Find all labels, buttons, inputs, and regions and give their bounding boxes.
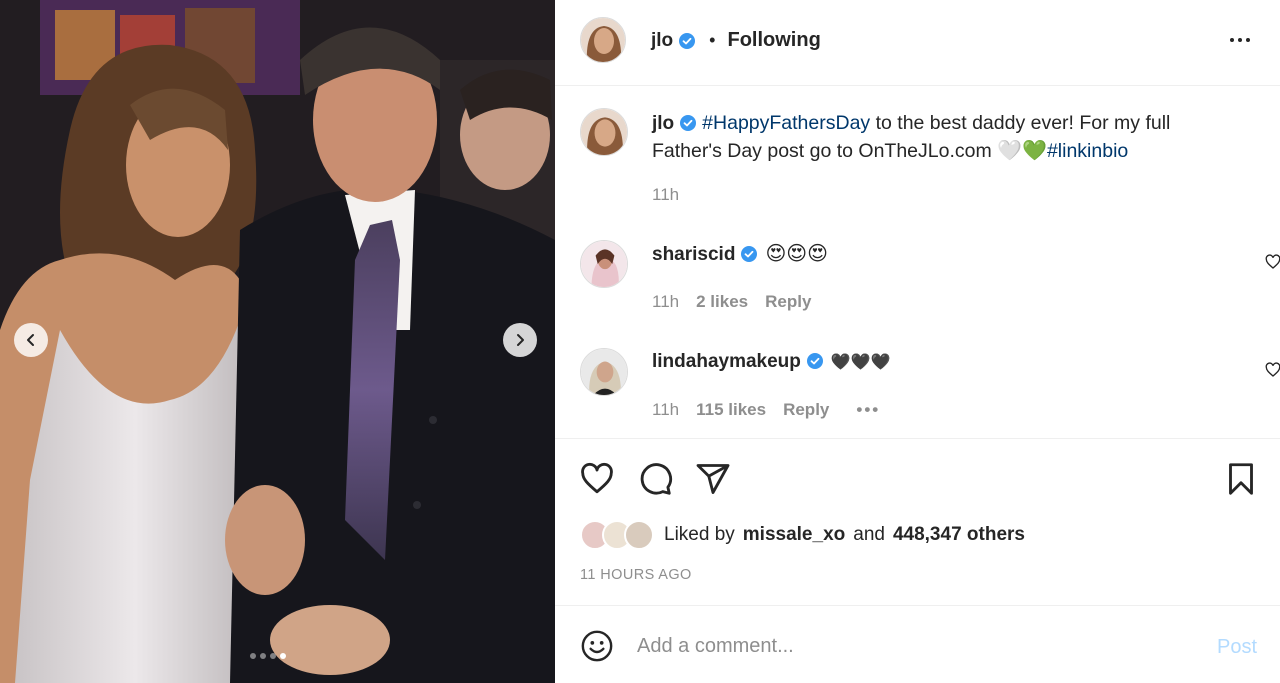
save-bookmark-icon[interactable] xyxy=(1223,461,1259,497)
comment-time[interactable]: 11h xyxy=(652,292,679,312)
comment-body: 🖤🖤🖤 xyxy=(830,352,891,371)
more-dots-icon xyxy=(1230,38,1234,42)
comment-text: shariscid 😍😍😍 xyxy=(652,240,1212,268)
post-photo[interactable] xyxy=(0,0,555,683)
caption-meta: 11h xyxy=(652,185,679,205)
emoji-smiley-icon[interactable] xyxy=(580,629,614,663)
likes-count[interactable]: 448,347 others xyxy=(893,524,1025,546)
hashtag-link[interactable]: #linkinbio xyxy=(1047,140,1128,162)
verified-badge-icon xyxy=(679,32,696,49)
like-heart-icon[interactable] xyxy=(579,461,615,497)
verified-badge-icon xyxy=(806,353,823,369)
comment-username[interactable]: lindahaymakeup xyxy=(652,351,801,372)
more-options-button[interactable] xyxy=(1225,30,1255,50)
post-header: jlo • Following xyxy=(555,0,1280,86)
post-timestamp[interactable]: 11 HOURS AGO xyxy=(580,567,692,583)
avatar[interactable] xyxy=(580,240,628,288)
carousel-dot xyxy=(270,653,276,659)
liker-username[interactable]: missale_xo xyxy=(743,524,845,546)
share-send-icon[interactable] xyxy=(695,461,731,497)
comment-meta: 11h 115 likes Reply ••• xyxy=(652,400,880,420)
avatar[interactable] xyxy=(580,108,628,156)
more-dots-icon xyxy=(1238,38,1242,42)
like-comment-heart-icon[interactable] xyxy=(1265,254,1280,270)
hashtag-link[interactable]: #HappyFathersDay xyxy=(702,112,870,134)
chevron-right-icon xyxy=(517,334,524,346)
comment-likes[interactable]: 2 likes xyxy=(696,292,748,312)
avatar[interactable] xyxy=(580,17,626,63)
caption-time[interactable]: 11h xyxy=(652,185,679,205)
reply-button[interactable]: Reply xyxy=(765,292,811,312)
reply-button[interactable]: Reply xyxy=(783,400,829,420)
next-photo-button[interactable] xyxy=(503,323,537,357)
likes-summary: Liked by missale_xo and 448,347 others xyxy=(580,520,1025,550)
comment-likes[interactable]: 115 likes xyxy=(696,400,766,420)
likes-and: and xyxy=(853,524,885,545)
comment-input[interactable] xyxy=(637,628,1197,664)
comment-time[interactable]: 11h xyxy=(652,400,679,420)
liker-avatars[interactable] xyxy=(580,520,656,550)
verified-badge-icon xyxy=(741,246,758,262)
like-comment-heart-icon[interactable] xyxy=(1265,362,1280,378)
carousel-indicator xyxy=(250,653,286,659)
post-detail-panel: jlo • Following jlo #HappyFathersDay to t… xyxy=(555,0,1280,683)
caption-username[interactable]: jlo xyxy=(652,113,674,134)
chevron-left-icon xyxy=(27,334,34,346)
comment-text: lindahaymakeup 🖤🖤🖤 xyxy=(652,348,1212,375)
verified-badge-icon xyxy=(680,115,697,131)
action-bar xyxy=(555,438,1280,495)
photo-scene xyxy=(0,0,555,683)
previous-photo-button[interactable] xyxy=(14,323,48,357)
comment-bubble-icon[interactable] xyxy=(637,461,673,497)
comment-body: 😍😍😍 xyxy=(765,241,828,265)
avatar xyxy=(624,520,654,550)
caption-emojis: 🤍💚 xyxy=(997,138,1047,162)
carousel-dot xyxy=(260,653,266,659)
separator-dot: • xyxy=(709,30,716,50)
carousel-dot-active xyxy=(280,653,286,659)
post-comment-button[interactable]: Post xyxy=(1217,636,1257,659)
comment-meta: 11h 2 likes Reply xyxy=(652,292,811,312)
liked-by-label: Liked by xyxy=(664,524,735,545)
avatar[interactable] xyxy=(580,348,628,396)
caption-text: jlo #HappyFathersDay to the best daddy ev… xyxy=(652,110,1212,165)
comment-more-options-icon[interactable]: ••• xyxy=(856,400,880,420)
comment-username[interactable]: shariscid xyxy=(652,244,735,265)
post-author-username[interactable]: jlo xyxy=(651,30,673,52)
more-dots-icon xyxy=(1246,38,1250,42)
add-comment-bar: Post xyxy=(555,605,1280,683)
carousel-dot xyxy=(250,653,256,659)
following-button[interactable]: Following xyxy=(727,29,820,52)
